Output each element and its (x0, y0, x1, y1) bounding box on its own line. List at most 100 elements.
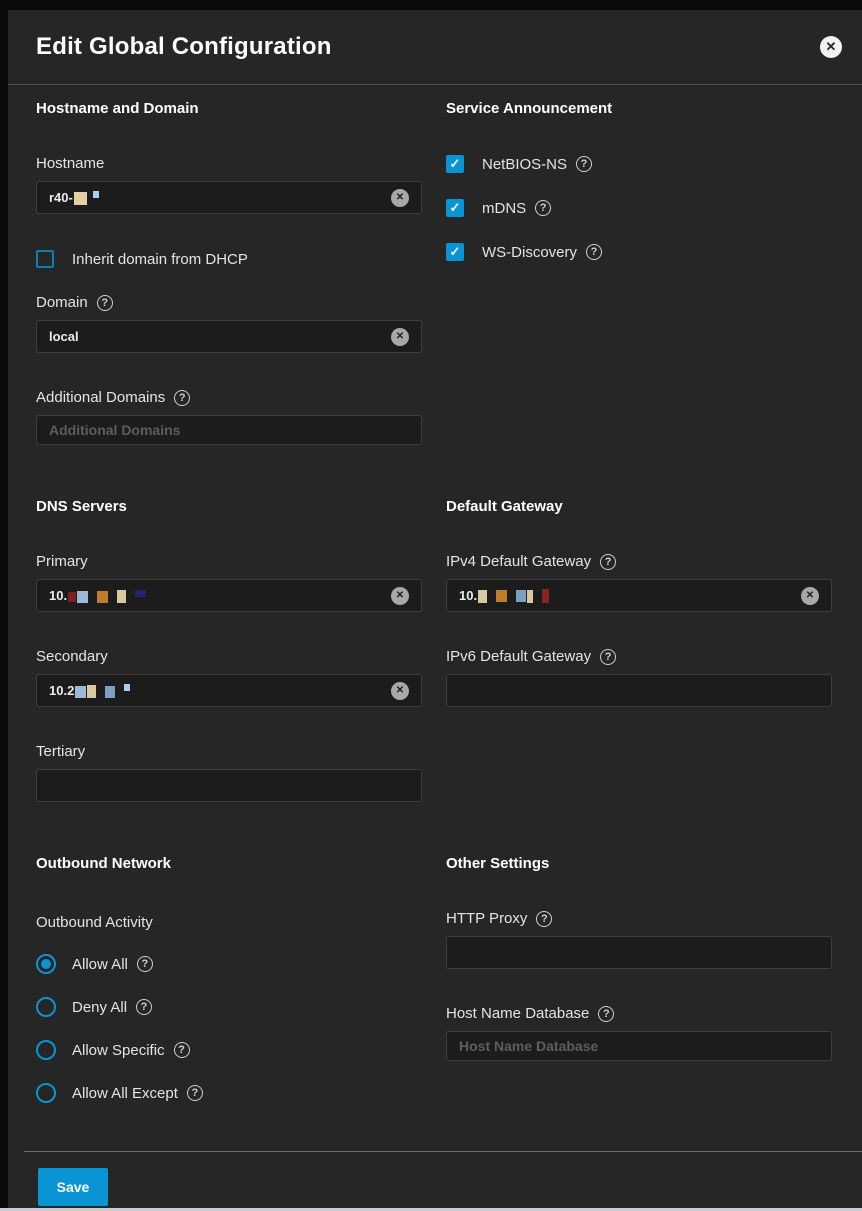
section-title: Default Gateway (446, 498, 832, 515)
hostname-value: r40- (49, 190, 73, 205)
tertiary-dns-input[interactable] (36, 769, 422, 802)
help-icon[interactable]: ? (136, 999, 152, 1015)
section-title: Other Settings (446, 855, 832, 872)
clear-input-icon[interactable]: ✕ (391, 189, 409, 207)
checkbox-unchecked-icon[interactable] (36, 250, 54, 268)
additional-domains-field-group: Additional Domains ? Additional Domains (36, 389, 422, 445)
close-icon[interactable]: ✕ (820, 36, 842, 58)
primary-dns-input[interactable]: 10. ✕ (36, 579, 422, 612)
help-icon[interactable]: ? (137, 956, 153, 972)
service-announcement-options: ✓ NetBIOS-NS ? ✓ mDNS ? (446, 155, 832, 261)
ipv4-gateway-label: IPv4 Default Gateway ? (446, 553, 832, 570)
host-name-database-field-group: Host Name Database ? Host Name Database (446, 1005, 832, 1061)
clear-input-icon[interactable]: ✕ (801, 587, 819, 605)
help-icon[interactable]: ? (536, 911, 552, 927)
dialog-content: Hostname and Domain Hostname r40- ✕ Inhe… (8, 85, 862, 1151)
hostname-label: Hostname (36, 155, 422, 172)
outbound-activity-label: Outbound Activity (36, 914, 422, 931)
checkbox-checked-icon[interactable]: ✓ (446, 199, 464, 217)
section-outbound-network: Outbound Network Outbound Activity Allow… (36, 855, 422, 1103)
section-dns-servers: DNS Servers Primary 10. ✕ Secondary 10.2… (36, 498, 422, 802)
domain-label: Domain ? (36, 294, 422, 311)
host-name-database-placeholder: Host Name Database (459, 1038, 598, 1054)
help-icon[interactable]: ? (535, 200, 551, 216)
redacted-pixels (67, 588, 146, 603)
radio-unselected-icon[interactable] (36, 1040, 56, 1060)
clear-input-icon[interactable]: ✕ (391, 682, 409, 700)
section-title: Service Announcement (446, 100, 832, 117)
checkbox-checked-icon[interactable]: ✓ (446, 243, 464, 261)
dialog-header: Edit Global Configuration ✕ (8, 10, 862, 85)
section-other-settings: Other Settings HTTP Proxy ? Host Name Da… (446, 855, 832, 1061)
section-service-announcement: Service Announcement ✓ NetBIOS-NS ? ✓ mD… (446, 100, 832, 287)
radio-label: Allow Specific ? (72, 1042, 190, 1059)
redacted-pixels (74, 683, 130, 698)
primary-dns-field-group: Primary 10. ✕ (36, 553, 422, 612)
host-name-database-label: Host Name Database ? (446, 1005, 832, 1022)
secondary-dns-field-group: Secondary 10.2 ✕ (36, 648, 422, 707)
http-proxy-input[interactable] (446, 936, 832, 969)
help-icon[interactable]: ? (598, 1006, 614, 1022)
help-icon[interactable]: ? (600, 649, 616, 665)
secondary-dns-input[interactable]: 10.2 ✕ (36, 674, 422, 707)
hostname-input[interactable]: r40- ✕ (36, 181, 422, 214)
checkbox-label: WS-Discovery ? (482, 244, 602, 261)
clear-input-icon[interactable]: ✕ (391, 328, 409, 346)
help-icon[interactable]: ? (600, 554, 616, 570)
host-name-database-input[interactable]: Host Name Database (446, 1031, 832, 1061)
mdns-checkbox[interactable]: ✓ mDNS ? (446, 199, 832, 217)
additional-domains-input[interactable]: Additional Domains (36, 415, 422, 445)
ws-discovery-checkbox[interactable]: ✓ WS-Discovery ? (446, 243, 832, 261)
primary-dns-label: Primary (36, 553, 422, 570)
checkbox-checked-icon[interactable]: ✓ (446, 155, 464, 173)
redacted-pixels (477, 588, 549, 604)
clear-input-icon[interactable]: ✕ (391, 587, 409, 605)
domain-input[interactable]: local ✕ (36, 320, 422, 353)
domain-field-group: Domain ? local ✕ (36, 294, 422, 353)
footer-divider (24, 1151, 862, 1152)
help-icon[interactable]: ? (576, 156, 592, 172)
radio-deny-all[interactable]: Deny All ? (36, 997, 422, 1017)
radio-allow-specific[interactable]: Allow Specific ? (36, 1040, 422, 1060)
section-title: Hostname and Domain (36, 100, 422, 117)
radio-unselected-icon[interactable] (36, 997, 56, 1017)
checkbox-label: mDNS ? (482, 200, 551, 217)
ipv6-gateway-field-group: IPv6 Default Gateway ? (446, 648, 832, 707)
radio-label: Allow All ? (72, 956, 153, 973)
section-hostname-and-domain: Hostname and Domain Hostname r40- ✕ Inhe… (36, 100, 422, 445)
help-icon[interactable]: ? (97, 295, 113, 311)
netbios-ns-checkbox[interactable]: ✓ NetBIOS-NS ? (446, 155, 832, 173)
inherit-domain-from-dhcp-checkbox[interactable]: Inherit domain from DHCP (36, 250, 422, 268)
ipv4-gateway-field-group: IPv4 Default Gateway ? 10. ✕ (446, 553, 832, 612)
radio-allow-all[interactable]: Allow All ? (36, 954, 422, 974)
help-icon[interactable]: ? (187, 1085, 203, 1101)
dialog-footer: Save (8, 1151, 862, 1208)
save-button[interactable]: Save (38, 1168, 108, 1206)
ipv6-gateway-input[interactable] (446, 674, 832, 707)
ipv4-gateway-input[interactable]: 10. ✕ (446, 579, 832, 612)
http-proxy-field-group: HTTP Proxy ? (446, 910, 832, 969)
checkbox-label: Inherit domain from DHCP (72, 251, 248, 268)
redacted-pixels (73, 190, 99, 205)
hostname-field-group: Hostname r40- ✕ (36, 155, 422, 214)
secondary-dns-value: 10.2 (49, 683, 74, 698)
additional-domains-label: Additional Domains ? (36, 389, 422, 406)
additional-domains-placeholder: Additional Domains (49, 422, 180, 438)
primary-dns-value: 10. (49, 588, 67, 603)
section-default-gateway: Default Gateway IPv4 Default Gateway ? 1… (446, 498, 832, 707)
dialog-title: Edit Global Configuration (36, 33, 332, 61)
http-proxy-label: HTTP Proxy ? (446, 910, 832, 927)
radio-allow-all-except[interactable]: Allow All Except ? (36, 1083, 422, 1103)
help-icon[interactable]: ? (586, 244, 602, 260)
checkbox-label: NetBIOS-NS ? (482, 156, 592, 173)
ipv6-gateway-label: IPv6 Default Gateway ? (446, 648, 832, 665)
tertiary-dns-label: Tertiary (36, 743, 422, 760)
radio-unselected-icon[interactable] (36, 1083, 56, 1103)
help-icon[interactable]: ? (174, 1042, 190, 1058)
radio-selected-icon[interactable] (36, 954, 56, 974)
radio-label: Deny All ? (72, 999, 152, 1016)
radio-label: Allow All Except ? (72, 1085, 203, 1102)
help-icon[interactable]: ? (174, 390, 190, 406)
section-title: DNS Servers (36, 498, 422, 515)
secondary-dns-label: Secondary (36, 648, 422, 665)
